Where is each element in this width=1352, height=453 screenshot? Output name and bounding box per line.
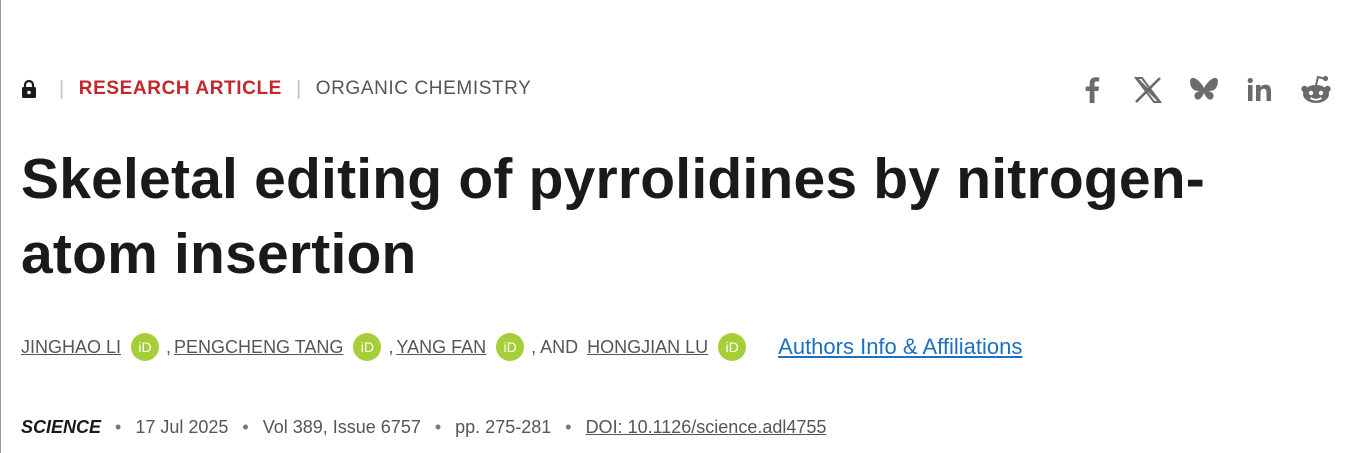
author-separator: , AND [531, 336, 579, 357]
bullet-separator: • [242, 416, 249, 437]
orcid-icon[interactable]: iD [353, 333, 382, 361]
publication-meta: SCIENCE • 17 Jul 2025 • Vol 389, Issue 6… [21, 414, 826, 440]
doi-link[interactable]: DOI: 10.1126/science.adl4755 [586, 417, 827, 438]
bullet-separator: • [565, 416, 572, 437]
share-bar [1074, 72, 1334, 108]
author-separator: , [166, 336, 172, 357]
authors-info-affiliations-link[interactable]: Authors Info & Affiliations [778, 334, 1022, 360]
orcid-icon[interactable]: iD [496, 333, 525, 361]
separator: | [295, 77, 302, 100]
article-type-link[interactable]: RESEARCH ARTICLE [79, 78, 282, 100]
reddit-icon[interactable] [1298, 72, 1334, 108]
orcid-icon[interactable]: iD [131, 333, 160, 361]
author-link[interactable]: PENGCHENG TANG [174, 337, 343, 358]
author-link[interactable]: JINGHAO LI [21, 337, 121, 358]
journal-name: SCIENCE [21, 416, 102, 437]
lock-icon [21, 76, 45, 102]
facebook-icon[interactable] [1074, 72, 1110, 108]
orcid-icon[interactable]: iD [718, 333, 747, 361]
bluesky-icon[interactable] [1186, 72, 1222, 108]
author-link[interactable]: YANG FAN [396, 337, 486, 358]
bullet-separator: • [115, 416, 122, 437]
author-list: JINGHAO LI iD , PENGCHENG TANG iD , YANG… [21, 330, 1022, 364]
page-range: pp. 275-281 [455, 416, 552, 437]
author-link[interactable]: HONGJIAN LU [587, 337, 708, 358]
bullet-separator: • [434, 416, 442, 437]
article-title: Skeletal editing of pyrrolidines by nitr… [21, 147, 1205, 286]
author-separator: , [388, 336, 394, 357]
article-header-line: | RESEARCH ARTICLE | ORGANIC CHEMISTRY [21, 76, 531, 102]
volume-issue: Vol 389, Issue 6757 [262, 416, 421, 437]
x-icon[interactable] [1130, 72, 1166, 108]
publication-date: 17 Jul 2025 [135, 416, 229, 437]
subject-link[interactable]: ORGANIC CHEMISTRY [316, 78, 532, 100]
linkedin-icon[interactable] [1242, 72, 1278, 108]
separator: | [59, 77, 65, 100]
